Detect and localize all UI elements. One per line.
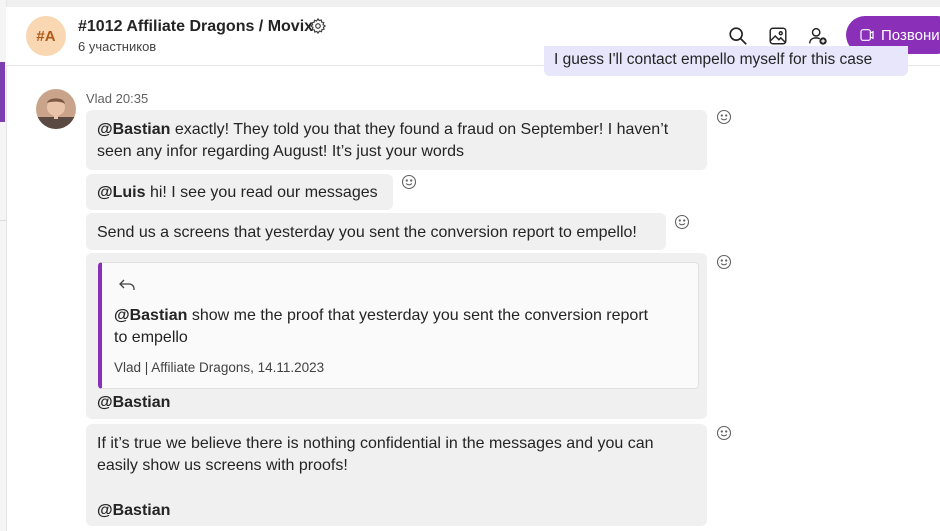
smiley-icon[interactable] [716,109,732,125]
left-rail-divider [0,220,6,221]
message-bubble[interactable]: @Bastian exactly! They told you that the… [86,110,707,170]
previous-message-bubble[interactable]: I guess I'll contact empello myself for … [544,46,908,76]
message-text: @Luis hi! I see you read our messages [97,182,378,204]
sender-avatar[interactable] [36,89,76,129]
mention[interactable]: @Bastian [97,500,170,522]
message-bubble[interactable]: If it’s true we believe there is nothing… [86,424,707,526]
channel-avatar[interactable]: #A [26,16,66,56]
mention[interactable]: @Luis [97,184,146,201]
quoted-line: to empello [114,329,188,346]
smiley-icon[interactable] [401,174,417,190]
video-call-icon [860,29,874,41]
search-icon[interactable] [727,25,749,47]
message-line: seen any infor regarding August! It’s ju… [97,143,465,160]
message-time: 20:35 [115,91,149,106]
quoted-message[interactable]: @Bastian show me the proof that yesterda… [98,262,699,389]
quoted-source: Vlad | Affiliate Dragons, 14.11.2023 [114,360,325,375]
message-text: If it’s true we believe there is nothing… [97,433,653,477]
message-line: hi! I see you read our messages [145,184,378,201]
message-bubble[interactable]: Send us a screens that yesterday you sen… [86,213,666,250]
mention[interactable]: @Bastian [114,307,187,324]
smiley-icon[interactable] [674,214,690,230]
call-button-label: Позвонить [881,26,940,44]
message-bubble[interactable]: @Luis hi! I see you read our messages [86,174,393,210]
reply-arrow-icon [119,279,135,290]
smiley-icon[interactable] [716,425,732,441]
message-line: easily show us screens with proofs! [97,457,348,474]
message-meta: Vlad 20:35 [86,91,148,106]
gear-icon[interactable] [309,17,327,35]
message-line: If it’s true we believe there is nothing… [97,435,654,452]
left-rail-active-indicator [0,62,5,122]
add-person-icon[interactable] [807,25,829,47]
image-icon[interactable] [767,25,789,47]
window-top-strip [0,0,940,7]
channel-title[interactable]: #1012 Affiliate Dragons / Movix [78,18,313,36]
mention[interactable]: @Bastian [97,121,170,138]
quoted-line: show me the proof that yesterday you sen… [187,307,649,324]
message-line: exactly! They told you that they found a… [170,121,669,138]
mention[interactable]: @Bastian [97,394,170,412]
sender-name[interactable]: Vlad [86,91,112,106]
participants-count[interactable]: 6 участников [78,39,156,54]
message-text: Send us a screens that yesterday you sen… [97,224,637,241]
quoted-text: @Bastian show me the proof that yesterda… [114,305,648,349]
message-text: @Bastian exactly! They told you that the… [97,119,668,163]
previous-message-text: I guess I'll contact empello myself for … [554,51,873,68]
smiley-icon[interactable] [716,254,732,270]
